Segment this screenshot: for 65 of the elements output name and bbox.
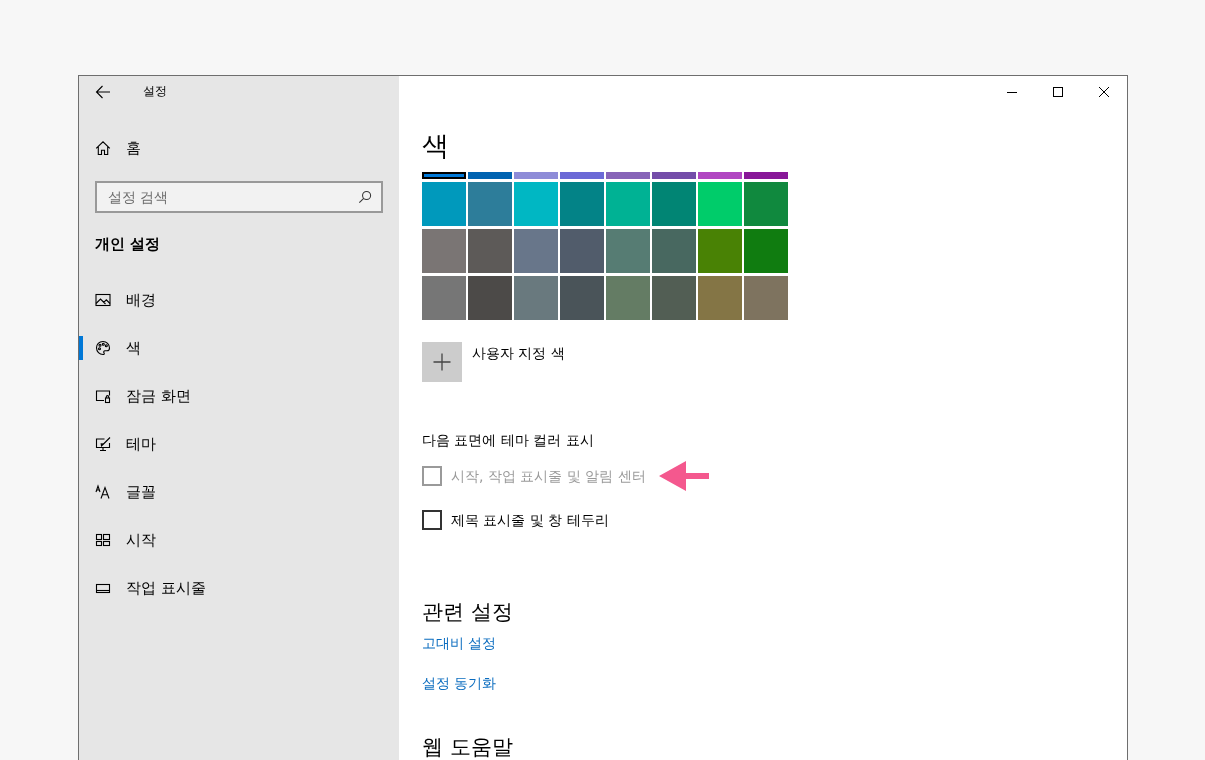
sidebar-item[interactable]: 잠금 화면 xyxy=(79,372,399,420)
home-icon xyxy=(95,140,111,156)
color-swatch[interactable] xyxy=(744,172,788,179)
color-swatch[interactable] xyxy=(698,172,742,179)
checkbox-label[interactable]: 제목 표시줄 및 창 테두리 xyxy=(451,510,609,530)
monitor-brush-icon xyxy=(95,436,111,452)
color-swatch[interactable] xyxy=(698,276,742,320)
color-swatch[interactable] xyxy=(560,276,604,320)
checkbox[interactable] xyxy=(422,510,442,530)
color-swatch[interactable] xyxy=(560,172,604,179)
color-swatch[interactable] xyxy=(514,182,558,226)
settings-link[interactable]: 고대비 설정 xyxy=(422,633,497,653)
window-title: 설정 xyxy=(143,83,167,100)
color-swatch[interactable] xyxy=(468,172,512,179)
color-swatch[interactable] xyxy=(422,229,466,273)
section-title: 관련 설정 xyxy=(422,599,513,626)
color-swatch[interactable] xyxy=(468,182,512,226)
lock-screen-icon xyxy=(95,388,111,404)
color-swatch[interactable] xyxy=(560,229,604,273)
search-field[interactable]: 설정 검색 xyxy=(95,181,383,213)
color-swatch[interactable] xyxy=(514,276,558,320)
color-swatch[interactable] xyxy=(744,229,788,273)
color-swatch[interactable] xyxy=(606,276,650,320)
color-swatch[interactable] xyxy=(560,182,604,226)
color-swatch[interactable] xyxy=(606,172,650,179)
option-heading: 다음 표면에 테마 컬러 표시 xyxy=(422,431,594,450)
maximize-icon xyxy=(1053,86,1063,97)
close-icon xyxy=(1099,86,1109,97)
color-swatch[interactable] xyxy=(468,276,512,320)
color-swatch[interactable] xyxy=(744,182,788,226)
color-swatch[interactable] xyxy=(422,182,466,226)
custom-color-button[interactable]: 사용자 지정 색 xyxy=(422,342,565,382)
color-swatch[interactable] xyxy=(606,182,650,226)
plus-icon xyxy=(422,342,462,382)
color-swatch[interactable] xyxy=(422,276,466,320)
color-swatch[interactable] xyxy=(652,172,696,179)
color-swatch[interactable] xyxy=(606,229,650,273)
color-swatch[interactable] xyxy=(744,276,788,320)
search-icon xyxy=(358,190,372,204)
color-swatch[interactable] xyxy=(468,229,512,273)
settings-link[interactable]: 설정 동기화 xyxy=(422,673,497,693)
section-heading: 개인 설정 xyxy=(94,234,162,254)
sidebar-item[interactable]: 시작 xyxy=(79,516,399,564)
font-icon xyxy=(95,484,111,500)
annotation-arrow-icon xyxy=(658,461,709,491)
color-swatch[interactable] xyxy=(698,229,742,273)
image-icon xyxy=(95,292,111,308)
color-swatch[interactable] xyxy=(698,182,742,226)
sidebar-item[interactable]: 색 xyxy=(79,324,399,372)
color-swatch[interactable] xyxy=(652,276,696,320)
page-title: 색 xyxy=(422,129,449,163)
color-swatch[interactable] xyxy=(422,172,466,179)
sidebar-item[interactable]: 작업 표시줄 xyxy=(79,564,399,612)
sidebar-item[interactable]: 테마 xyxy=(79,420,399,468)
home-item[interactable]: 홈 xyxy=(79,124,399,172)
sidebar-item[interactable]: 글꼴 xyxy=(79,468,399,516)
back-icon xyxy=(95,83,111,100)
color-swatch[interactable] xyxy=(652,229,696,273)
palette-icon xyxy=(95,340,111,356)
color-swatch[interactable] xyxy=(514,229,558,273)
color-swatch[interactable] xyxy=(652,182,696,226)
sidebar-item[interactable]: 배경 xyxy=(79,276,399,324)
color-swatch[interactable] xyxy=(514,172,558,179)
section-title: 웹 도움말 xyxy=(422,734,513,760)
tiles-icon xyxy=(95,532,111,548)
